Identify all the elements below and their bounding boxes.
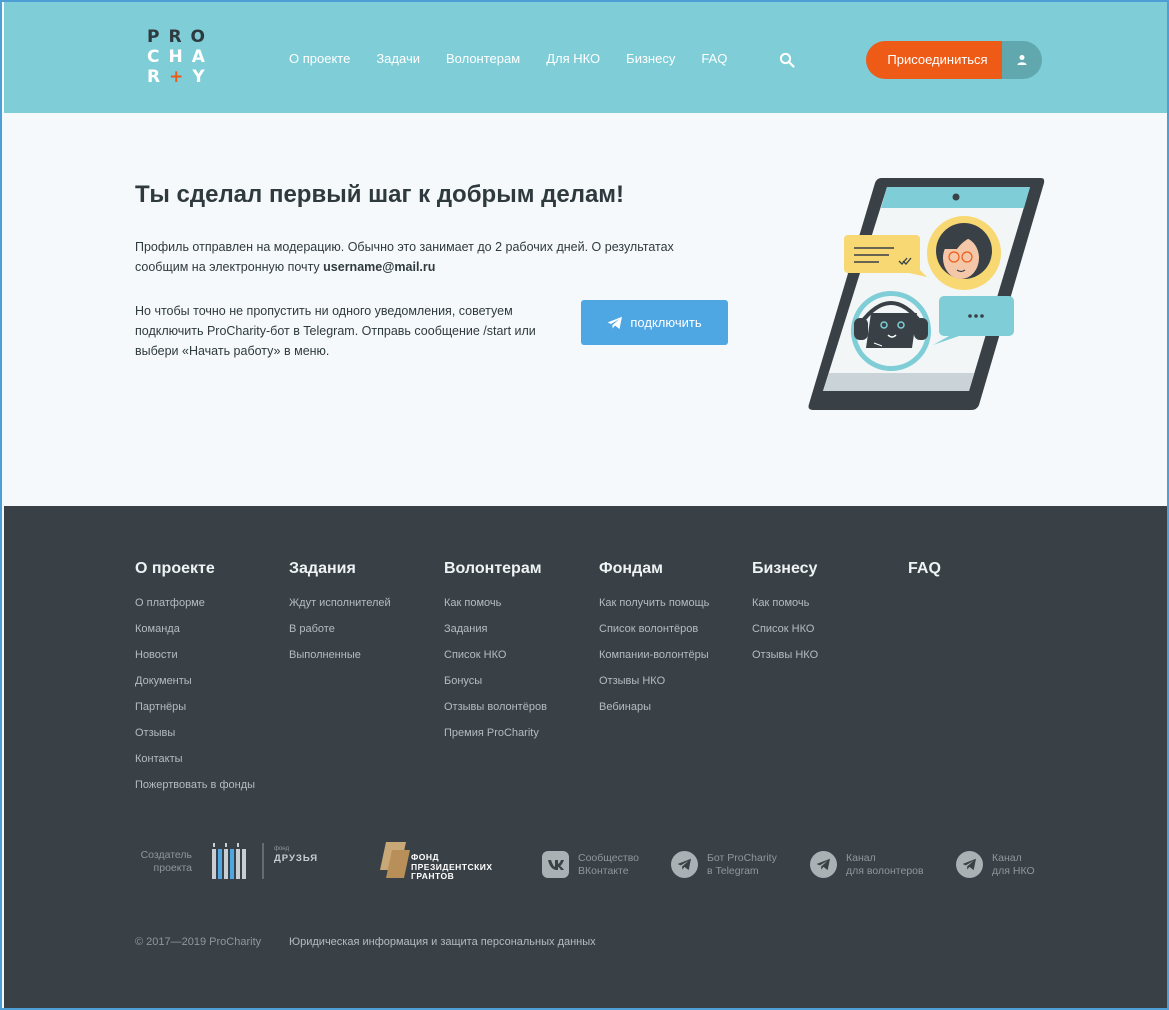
- footer-link[interactable]: Пожертвовать в фонды: [135, 779, 255, 792]
- footer-column-about: О проекте О платформе Команда Новости До…: [135, 560, 255, 805]
- telegram-icon: [810, 851, 837, 878]
- footer-column-tasks: Задания Ждут исполнителей В работе Выпол…: [289, 560, 391, 675]
- nav-about[interactable]: О проекте: [289, 51, 350, 66]
- footer-link[interactable]: В работе: [289, 623, 391, 636]
- moderation-text: Профиль отправлен на модерацию. Обычно э…: [135, 240, 674, 274]
- legal-info-link[interactable]: Юридическая информация и защита персонал…: [289, 936, 596, 948]
- email-address: username@mail.ru: [323, 260, 436, 274]
- search-icon[interactable]: [779, 52, 795, 68]
- footer-link[interactable]: О платформе: [135, 597, 255, 610]
- footer-link[interactable]: Список волонтёров: [599, 623, 709, 636]
- social-telegram-nko[interactable]: Канал для НКО: [956, 851, 1035, 878]
- footer-column-title: О проекте: [135, 560, 215, 577]
- connect-telegram-button[interactable]: подключить: [581, 300, 728, 345]
- footer-link[interactable]: Документы: [135, 675, 255, 688]
- footer-link[interactable]: Как получить помощь: [599, 597, 709, 610]
- footer-link[interactable]: Ждут исполнителей: [289, 597, 391, 610]
- telegram-advice-text: Но чтобы точно не пропустить ни одного у…: [135, 304, 536, 358]
- social-telegram-bot[interactable]: Бот ProCharity в Telegram: [671, 851, 777, 878]
- nav-tasks[interactable]: Задачи: [376, 51, 420, 66]
- footer-link[interactable]: Как помочь: [444, 597, 547, 610]
- footer-column-business: Бизнесу Как помочь Список НКО Отзывы НКО: [752, 560, 818, 675]
- footer-link[interactable]: Выполненные: [289, 649, 391, 662]
- footer-link[interactable]: Список НКО: [752, 623, 818, 636]
- page-title: Ты сделал первый шаг к добрым делам!: [135, 181, 625, 208]
- join-button[interactable]: Присоединиться: [866, 41, 1003, 79]
- druzya-name: ДРУЗЬЯ: [274, 853, 319, 864]
- vk-icon: [542, 851, 569, 878]
- nav-business[interactable]: Бизнесу: [626, 51, 675, 66]
- telegram-icon: [671, 851, 698, 878]
- footer-column-title: Бизнесу: [752, 560, 818, 577]
- footer-link[interactable]: Партнёры: [135, 701, 255, 714]
- nav-nko[interactable]: Для НКО: [546, 51, 600, 66]
- social-telegram-volunteers[interactable]: Канал для волонтеров: [810, 851, 924, 878]
- nav-faq[interactable]: FAQ: [701, 51, 727, 66]
- presidential-grants-text: ФОНД ПРЕЗИДЕНТСКИХ ГРАНТОВ: [411, 852, 493, 881]
- footer: О проекте О платформе Команда Новости До…: [4, 506, 1167, 1008]
- footer-faq-link[interactable]: FAQ: [908, 560, 941, 578]
- footer-link[interactable]: Задания: [444, 623, 547, 636]
- footer-link[interactable]: Отзывы НКО: [752, 649, 818, 662]
- footer-link[interactable]: Список НКО: [444, 649, 547, 662]
- procharity-logo[interactable]: PRO CHA R+Y: [147, 27, 217, 87]
- footer-link[interactable]: Команда: [135, 623, 255, 636]
- copyright-text: © 2017—2019 ProCharity: [135, 936, 262, 948]
- footer-column-faq: FAQ: [908, 560, 941, 597]
- creator-label: Создатель проекта: [140, 849, 192, 874]
- footer-column-title: Задания: [289, 560, 356, 577]
- phone-chat-illustration: [808, 178, 1045, 410]
- footer-column-title: Волонтерам: [444, 560, 542, 577]
- footer-column-volunteers: Волонтерам Как помочь Задания Список НКО…: [444, 560, 547, 753]
- footer-link[interactable]: Премия ProCharity: [444, 727, 547, 740]
- telegram-icon: [956, 851, 983, 878]
- header: PRO CHA R+Y О проекте Задачи Волонтерам …: [4, 2, 1167, 113]
- footer-link[interactable]: Контакты: [135, 753, 255, 766]
- main-nav: О проекте Задачи Волонтерам Для НКО Бизн…: [289, 51, 753, 66]
- user-icon: [1017, 55, 1027, 65]
- footer-link[interactable]: Отзывы: [135, 727, 255, 740]
- main-content: Ты сделал первый шаг к добрым делам! Про…: [4, 113, 1167, 506]
- footer-link[interactable]: Вебинары: [599, 701, 709, 714]
- footer-link[interactable]: Отзывы НКО: [599, 675, 709, 688]
- footer-column-funds: Фондам Как получить помощь Список волонт…: [599, 560, 709, 727]
- footer-link[interactable]: Отзывы волонтёров: [444, 701, 547, 714]
- nav-volunteers[interactable]: Волонтерам: [446, 51, 520, 66]
- social-vk[interactable]: Сообщество ВКонтакте: [542, 851, 639, 878]
- profile-button[interactable]: [1002, 41, 1042, 79]
- footer-column-title: Фондам: [599, 560, 663, 577]
- footer-link[interactable]: Компании-волонтёры: [599, 649, 709, 662]
- footer-link[interactable]: Новости: [135, 649, 255, 662]
- telegram-plane-icon: [607, 316, 623, 329]
- footer-link[interactable]: Как помочь: [752, 597, 818, 610]
- footer-link[interactable]: Бонусы: [444, 675, 547, 688]
- druzya-small-label: фонд: [274, 846, 290, 852]
